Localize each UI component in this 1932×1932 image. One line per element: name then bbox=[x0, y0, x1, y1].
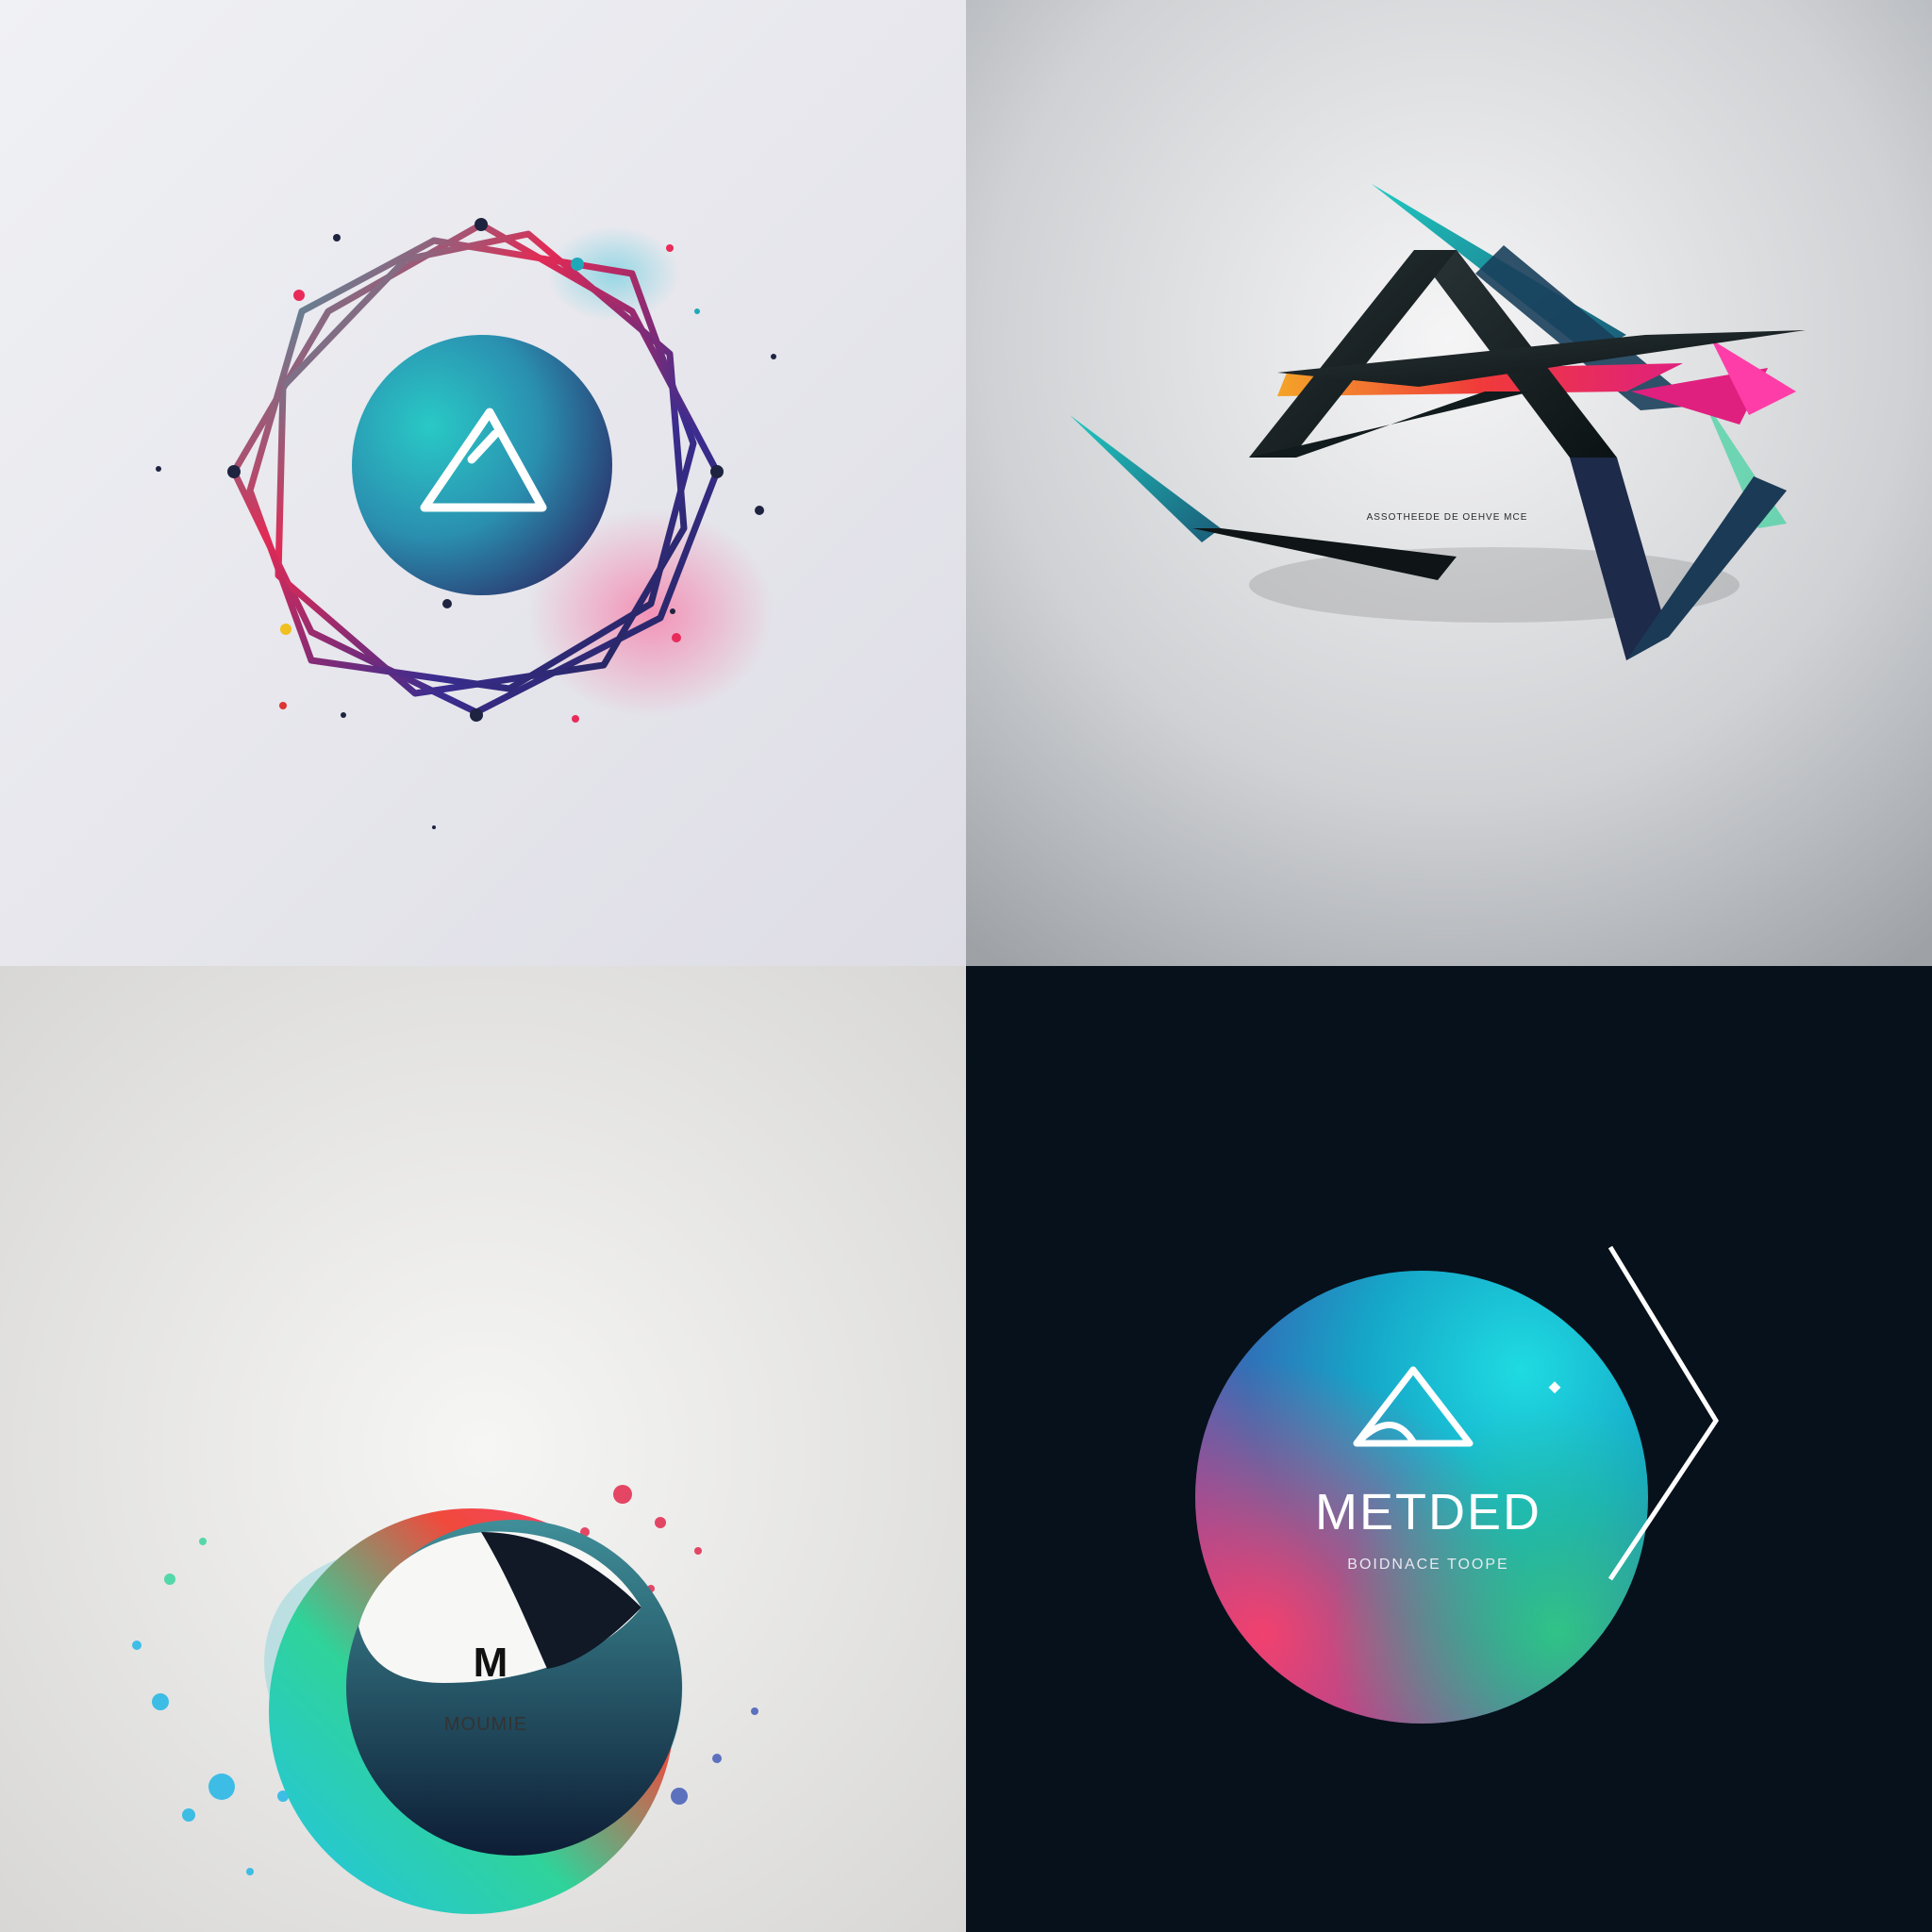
logo-2-artwork: ASSOTHEEDE DE OEHVE MCE bbox=[966, 0, 1932, 966]
brand-tagline: BOIDNACE TOOPE bbox=[1347, 1557, 1508, 1573]
logo-grid: ASSOTHEEDE DE OEHVE MCE M MOUMIE METDED … bbox=[0, 0, 1932, 1932]
logo-1-artwork bbox=[0, 0, 966, 966]
logo-2-tagline: ASSOTHEEDE DE OEHVE MCE bbox=[1367, 512, 1528, 523]
logo-panel-3: M MOUMIE bbox=[0, 966, 966, 1932]
logo-3-artwork: M MOUMIE bbox=[0, 966, 966, 1932]
logo-panel-2: ASSOTHEEDE DE OEHVE MCE bbox=[966, 0, 1932, 966]
monogram-text: M bbox=[474, 1640, 508, 1686]
gradient-circle bbox=[352, 335, 612, 595]
logo-panel-1 bbox=[0, 0, 966, 966]
brand-name: METDED bbox=[1315, 1484, 1541, 1541]
logo-4-artwork: METDED BOIDNACE TOOPE bbox=[966, 966, 1932, 1932]
brand-name: MOUMIE bbox=[444, 1714, 527, 1735]
logo-panel-4: METDED BOIDNACE TOOPE bbox=[966, 966, 1932, 1932]
